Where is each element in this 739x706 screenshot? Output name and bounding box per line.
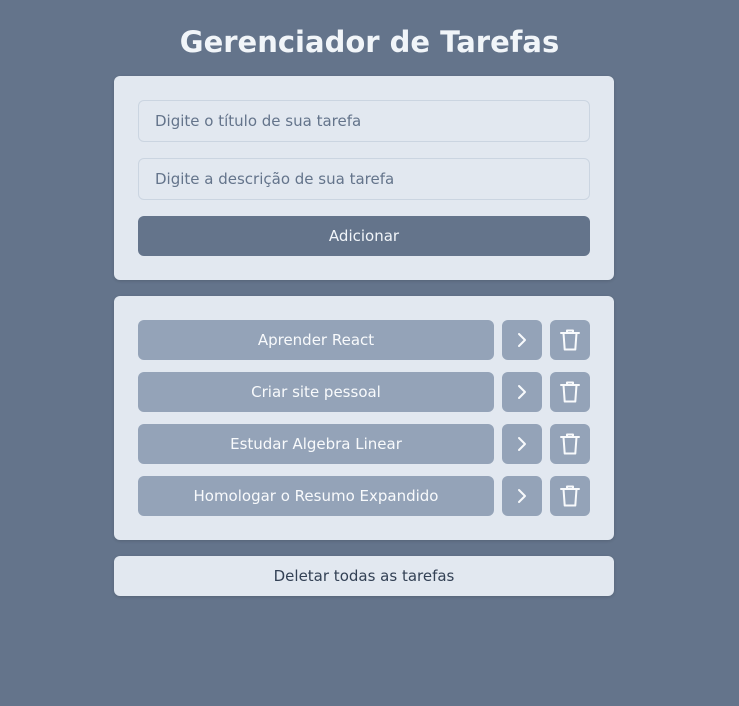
task-list-panel: Aprender React Criar site pessoal Estuda [114, 296, 614, 540]
chevron-right-icon [518, 385, 526, 399]
task-title-button[interactable]: Estudar Algebra Linear [138, 424, 494, 464]
task-description-input[interactable] [138, 158, 590, 200]
open-task-button[interactable] [502, 476, 542, 516]
add-task-form: Adicionar [114, 76, 614, 280]
add-task-button[interactable]: Adicionar [138, 216, 590, 256]
delete-task-button[interactable] [550, 476, 590, 516]
task-title-input[interactable] [138, 100, 590, 142]
chevron-right-icon [518, 489, 526, 503]
page-title: Gerenciador de Tarefas [179, 25, 560, 59]
delete-task-button[interactable] [550, 372, 590, 412]
trash-icon [560, 485, 580, 507]
chevron-right-icon [518, 333, 526, 347]
open-task-button[interactable] [502, 424, 542, 464]
delete-all-tasks-button[interactable]: Deletar todas as tarefas [114, 556, 614, 596]
task-row: Aprender React [138, 320, 590, 360]
task-list: Aprender React Criar site pessoal Estuda [138, 320, 590, 528]
open-task-button[interactable] [502, 372, 542, 412]
task-title-button[interactable]: Criar site pessoal [138, 372, 494, 412]
trash-icon [560, 433, 580, 455]
trash-icon [560, 329, 580, 351]
open-task-button[interactable] [502, 320, 542, 360]
task-row: Criar site pessoal [138, 372, 590, 412]
chevron-right-icon [518, 437, 526, 451]
task-row: Homologar o Resumo Expandido [138, 476, 590, 516]
task-title-button[interactable]: Homologar o Resumo Expandido [138, 476, 494, 516]
trash-icon [560, 381, 580, 403]
delete-task-button[interactable] [550, 320, 590, 360]
task-manager-page: Gerenciador de Tarefas Adicionar Aprende… [0, 0, 739, 706]
delete-task-button[interactable] [550, 424, 590, 464]
task-title-button[interactable]: Aprender React [138, 320, 494, 360]
task-row: Estudar Algebra Linear [138, 424, 590, 464]
